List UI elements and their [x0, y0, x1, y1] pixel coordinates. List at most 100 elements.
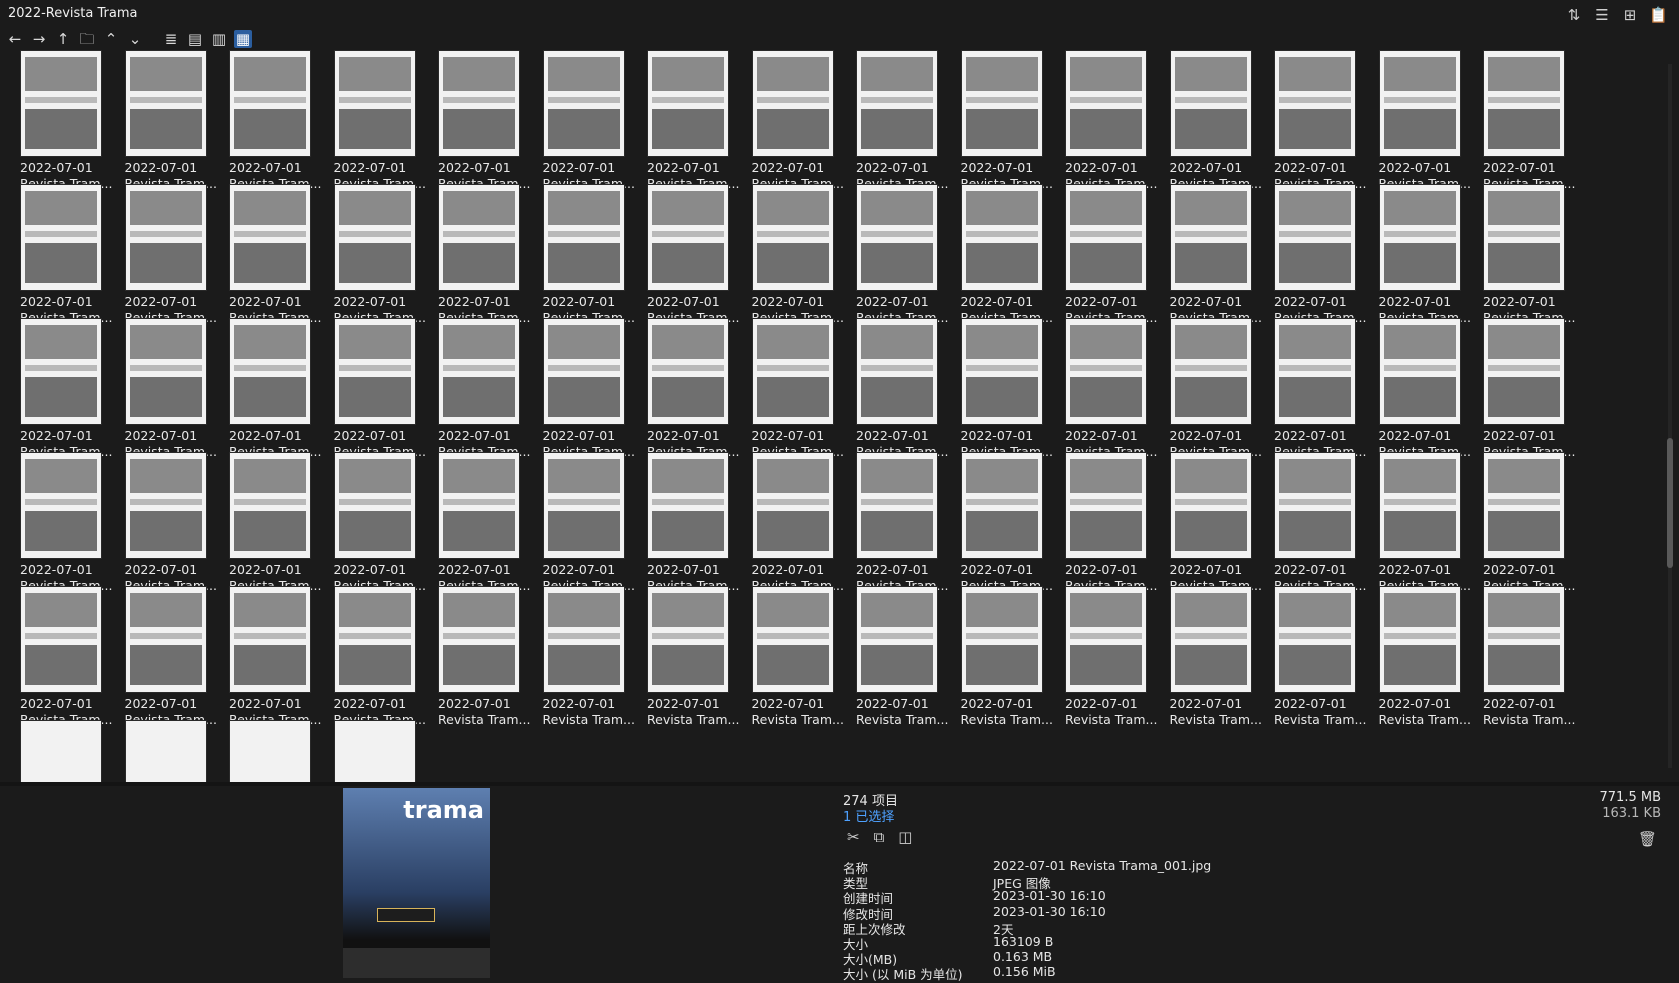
columns-icon[interactable]: ☰ — [1593, 6, 1611, 24]
thumbnail-item[interactable]: 2022-07-01Revista Tram... — [124, 318, 233, 459]
thumbnail-image[interactable] — [1169, 586, 1252, 693]
details-view-icon[interactable]: ▤ — [186, 30, 204, 48]
thumbnail-image[interactable] — [124, 586, 207, 693]
thumbnail-item[interactable]: 2022-07-01Revista Tram... — [751, 50, 860, 191]
thumbnail-image[interactable] — [333, 50, 416, 157]
thumbnail-image[interactable] — [856, 452, 938, 559]
thumbnail-image[interactable] — [229, 318, 311, 425]
thumbnail-image[interactable] — [124, 720, 207, 782]
arrow-left-icon[interactable]: ← — [6, 30, 24, 48]
thumbnail-item[interactable]: 2022-07-01Revista Tram... — [438, 50, 546, 191]
thumbnail-item[interactable]: 2022-07-01Revista Tram... — [751, 184, 860, 325]
thumbnail-image[interactable] — [542, 318, 625, 425]
thumbnail-image[interactable] — [124, 184, 207, 291]
thumbnail-item[interactable]: 2022-07-01Revista Tram... — [1378, 50, 1487, 191]
folder-icon[interactable]: 🗀 — [78, 30, 96, 48]
thumbnail-image[interactable] — [438, 452, 520, 559]
thumbnail-item[interactable]: 2022-07-01Revista Tram... — [20, 184, 128, 325]
thumbnail-item[interactable]: 2022-07-01Revista Tram... — [751, 318, 860, 459]
thumbnail-item[interactable]: 2022-07-01Revista Tram... — [333, 318, 442, 459]
thumbnail-item[interactable]: 2022-07-01Revista Tram... — [1169, 184, 1278, 325]
thumbnail-item[interactable]: 2022-07-01Revista Tram... — [960, 184, 1069, 325]
thumbnail-item[interactable]: 2022-07-01Revista Tram... — [1378, 318, 1487, 459]
thumbnail-image[interactable] — [960, 50, 1043, 157]
thumbnail-image[interactable] — [1483, 452, 1565, 559]
thumbnail-image[interactable] — [647, 586, 729, 693]
thumbnail-item[interactable]: 2022-07-01Revista Tram... — [1169, 318, 1278, 459]
thumbnail-image[interactable] — [20, 184, 102, 291]
thumbnail-image[interactable] — [20, 586, 102, 693]
thumbnail-image[interactable] — [1483, 50, 1565, 157]
thumbnail-image[interactable] — [1378, 452, 1461, 559]
copy-icon[interactable]: ⧉ — [874, 828, 885, 846]
thumbnail-image[interactable] — [1378, 50, 1461, 157]
tiles-view-icon[interactable]: ▥ — [210, 30, 228, 48]
arrow-up-icon[interactable]: ↑ — [54, 30, 72, 48]
arrow-right-icon[interactable]: → — [30, 30, 48, 48]
thumbnail-image[interactable] — [647, 50, 729, 157]
thumbnail-image[interactable] — [960, 184, 1043, 291]
thumbnail-item[interactable]: 2022-07-01Revista Tram... — [960, 318, 1069, 459]
thumbnail-image[interactable] — [1274, 318, 1356, 425]
thumbnail-image[interactable] — [333, 586, 416, 693]
thumbnail-item[interactable]: 2022-07-01Revista Tram... — [751, 586, 860, 727]
thumbnail-image[interactable] — [1169, 318, 1252, 425]
thumbnail-image[interactable] — [542, 184, 625, 291]
thumbnail-item[interactable]: 2022-07-01Revista Tram... — [333, 452, 442, 593]
thumbnail-image[interactable] — [1378, 184, 1461, 291]
thumbnail-item[interactable]: 2022-07-01Revista Tram... — [229, 318, 337, 459]
thumbnail-item[interactable]: 2022-07-01Revista Tram... — [960, 452, 1069, 593]
thumbnail-image[interactable] — [751, 586, 834, 693]
thumbnail-item[interactable]: 2022-07-01Revista Tram... — [542, 318, 651, 459]
thumbnail-image[interactable] — [20, 452, 102, 559]
thumbnail-image[interactable] — [856, 184, 938, 291]
cut-icon[interactable]: ✂ — [847, 828, 860, 846]
thumbnail-item[interactable]: 2022-07-01Revista Tram... — [1483, 184, 1591, 325]
thumbnail-item[interactable]: 2022-07-01Revista Tram... — [229, 586, 337, 727]
thumbnail-item[interactable]: 2022-07-01Revista Tram... — [960, 50, 1069, 191]
thumbnail-image[interactable] — [856, 318, 938, 425]
thumbnail-item[interactable]: 2022-07-01Revista Tram... — [1378, 586, 1487, 727]
thumbnail-item[interactable]: 2022-07-01Revista Tram... — [1378, 184, 1487, 325]
thumbnail-image[interactable] — [333, 184, 416, 291]
thumbnail-image[interactable] — [542, 50, 625, 157]
trash-icon[interactable]: 🗑 — [1638, 830, 1657, 848]
thumbnail-image[interactable] — [1065, 452, 1147, 559]
thumbnail-item[interactable]: 2022-07-01Revista Tram... — [856, 586, 964, 727]
thumbnail-item[interactable]: 2022-07-01Revista Tram... — [20, 452, 128, 593]
thumbnail-image[interactable] — [229, 720, 311, 782]
thumbnail-image[interactable] — [856, 50, 938, 157]
thumbnail-item[interactable]: 2022-07-01Revista Tram... — [647, 586, 755, 727]
compare-icon[interactable]: ◫ — [898, 828, 912, 846]
thumbnail-image[interactable] — [856, 586, 938, 693]
thumbnail-image[interactable] — [542, 452, 625, 559]
thumbnail-image[interactable] — [647, 452, 729, 559]
thumbnail-image[interactable] — [229, 586, 311, 693]
thumbnail-image[interactable] — [333, 318, 416, 425]
thumbnail-item[interactable]: 2022-07-01Revista Tram... — [856, 318, 964, 459]
thumbnail-image[interactable] — [751, 50, 834, 157]
thumbnail-item[interactable]: 2022-07-01Revista Tram... — [1169, 586, 1278, 727]
sort-icon[interactable]: ⇅ — [1565, 6, 1583, 24]
chevron-down-icon[interactable]: ⌄ — [126, 30, 144, 48]
thumbnail-item[interactable]: 2022-07-01Revista Tram... — [647, 50, 755, 191]
thumbnail-item[interactable]: 2022-07-01Revista Tram... — [1274, 184, 1382, 325]
thumbnail-item[interactable]: 2022-07-01Revista Tram... — [124, 50, 233, 191]
thumbnail-item[interactable]: 2022-07-01Revista Tram... — [647, 452, 755, 593]
thumbnail-item-partial[interactable] — [229, 720, 337, 782]
thumbnail-image[interactable] — [1065, 586, 1147, 693]
thumbnail-image[interactable] — [1065, 318, 1147, 425]
thumbnail-item[interactable]: 2022-07-01Revista Tram... — [1483, 318, 1591, 459]
thumbnail-image[interactable] — [438, 184, 520, 291]
thumbnail-item[interactable]: 2022-07-01Revista Tram... — [1274, 452, 1382, 593]
thumbnail-image[interactable] — [1274, 586, 1356, 693]
thumbnail-image[interactable] — [1274, 184, 1356, 291]
thumbnail-item[interactable]: 2022-07-01Revista Tram... — [856, 184, 964, 325]
thumbnail-item[interactable]: 2022-07-01Revista Tram... — [1483, 50, 1591, 191]
thumbnail-image[interactable] — [438, 50, 520, 157]
thumbnail-item[interactable]: 2022-07-01Revista Tram... — [960, 586, 1069, 727]
thumbnail-image[interactable] — [1274, 452, 1356, 559]
thumbnail-item[interactable]: 2022-07-01Revista Tram... — [124, 586, 233, 727]
thumbnail-image[interactable] — [124, 50, 207, 157]
thumbnail-item[interactable]: 2022-07-01Revista Tram... — [1065, 586, 1173, 727]
